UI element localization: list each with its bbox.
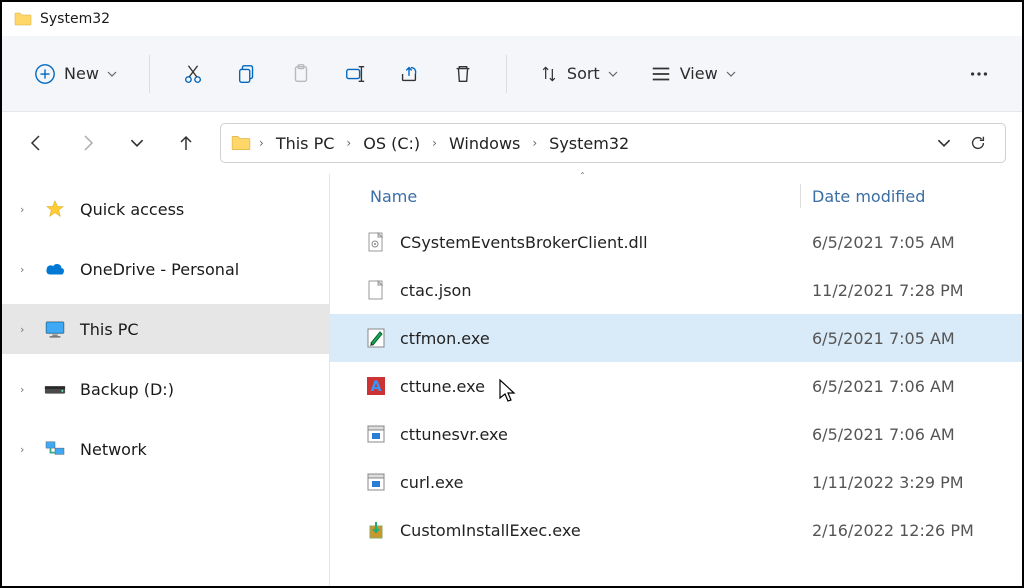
sidebar-label: Quick access — [80, 200, 184, 219]
expand-icon: › — [20, 263, 30, 276]
file-name: cttune.exe — [400, 377, 485, 396]
chevron-right-icon: › — [430, 136, 439, 150]
forward-button[interactable] — [70, 125, 106, 161]
file-name: cttunesvr.exe — [400, 425, 508, 444]
window-title: System32 — [40, 11, 110, 27]
chevron-right-icon: › — [530, 136, 539, 150]
file-date: 1/11/2022 3:29 PM — [812, 473, 964, 492]
chevron-down-icon — [107, 69, 117, 79]
file-date: 6/5/2021 7:06 AM — [812, 377, 955, 396]
breadcrumb-item[interactable]: System32 — [541, 130, 637, 157]
up-button[interactable] — [168, 125, 204, 161]
file-row[interactable]: CSystemEventsBrokerClient.dll 6/5/2021 7:… — [330, 218, 1022, 266]
monitor-icon — [44, 319, 66, 339]
file-row[interactable]: curl.exe 1/11/2022 3:29 PM — [330, 458, 1022, 506]
file-name: ctac.json — [400, 281, 471, 300]
expand-icon: › — [20, 383, 30, 396]
paste-button[interactable] — [280, 53, 322, 95]
sidebar-item-onedrive[interactable]: › OneDrive - Personal — [2, 244, 329, 294]
navigation-row: › This PC › OS (C:) › Windows › System32 — [2, 112, 1022, 174]
file-row[interactable]: cttunesvr.exe 6/5/2021 7:06 AM — [330, 410, 1022, 458]
rename-button[interactable] — [334, 53, 376, 95]
share-button[interactable] — [388, 53, 430, 95]
file-icon: A — [366, 376, 386, 396]
sidebar-item-backup[interactable]: › Backup (D:) — [2, 364, 329, 414]
file-content: ˆ Name Date modified CSystemEventsBroker… — [330, 174, 1022, 586]
file-row[interactable]: Acttune.exe 6/5/2021 7:06 AM — [330, 362, 1022, 410]
chevron-right-icon: › — [257, 136, 266, 150]
folder-icon — [14, 12, 32, 26]
sidebar-label: Backup (D:) — [80, 380, 174, 399]
new-label: New — [64, 64, 99, 83]
sidebar-label: OneDrive - Personal — [80, 260, 239, 279]
breadcrumb-item[interactable]: This PC — [268, 130, 343, 157]
file-name: curl.exe — [400, 473, 463, 492]
main-area: › Quick access › OneDrive - Personal › T… — [2, 174, 1022, 586]
sort-indicator-icon: ˆ — [580, 172, 585, 183]
file-list: CSystemEventsBrokerClient.dll 6/5/2021 7:… — [330, 218, 1022, 586]
file-icon — [366, 520, 386, 540]
chevron-down-icon — [726, 69, 736, 79]
expand-icon: › — [20, 203, 30, 216]
chevron-down-icon — [608, 69, 618, 79]
separator — [506, 55, 507, 93]
breadcrumb-item[interactable]: Windows — [441, 130, 528, 157]
titlebar: System32 — [2, 2, 1022, 36]
file-name: CSystemEventsBrokerClient.dll — [400, 233, 648, 252]
breadcrumb-item[interactable]: OS (C:) — [355, 130, 428, 157]
file-icon — [366, 472, 386, 492]
file-date: 6/5/2021 7:06 AM — [812, 425, 955, 444]
sort-label: Sort — [567, 64, 600, 83]
back-button[interactable] — [18, 125, 54, 161]
more-button[interactable] — [958, 53, 1000, 95]
file-name: ctfmon.exe — [400, 329, 490, 348]
file-icon — [366, 232, 386, 252]
chevron-right-icon: › — [344, 136, 353, 150]
view-label: View — [680, 64, 718, 83]
column-divider[interactable] — [800, 184, 801, 208]
sidebar-label: This PC — [80, 320, 139, 339]
column-date[interactable]: Date modified — [812, 187, 925, 206]
address-bar[interactable]: › This PC › OS (C:) › Windows › System32 — [220, 123, 1006, 163]
file-date: 2/16/2022 12:26 PM — [812, 521, 974, 540]
file-date: 6/5/2021 7:05 AM — [812, 233, 955, 252]
drive-icon — [44, 379, 66, 399]
sidebar-item-network[interactable]: › Network — [2, 424, 329, 474]
file-icon — [366, 280, 386, 300]
toolbar: New Sort View — [2, 36, 1022, 112]
cut-button[interactable] — [172, 53, 214, 95]
folder-icon — [231, 135, 251, 151]
file-row[interactable]: ctac.json 11/2/2021 7:28 PM — [330, 266, 1022, 314]
sidebar-item-quick-access[interactable]: › Quick access — [2, 184, 329, 234]
refresh-button[interactable] — [961, 126, 995, 160]
expand-icon: › — [20, 323, 30, 336]
file-date: 6/5/2021 7:05 AM — [812, 329, 955, 348]
sidebar: › Quick access › OneDrive - Personal › T… — [2, 174, 330, 586]
recent-button[interactable] — [122, 128, 152, 158]
column-header[interactable]: ˆ Name Date modified — [330, 174, 1022, 218]
sidebar-item-this-pc[interactable]: › This PC — [2, 304, 329, 354]
svg-text:A: A — [371, 379, 382, 395]
address-dropdown[interactable] — [929, 128, 959, 158]
file-row[interactable]: ctfmon.exe 6/5/2021 7:05 AM — [330, 314, 1022, 362]
file-date: 11/2/2021 7:28 PM — [812, 281, 964, 300]
delete-button[interactable] — [442, 53, 484, 95]
separator — [149, 55, 150, 93]
sort-button[interactable]: Sort — [529, 56, 628, 92]
star-icon — [44, 199, 66, 219]
new-button[interactable]: New — [24, 55, 127, 93]
file-row[interactable]: CustomInstallExec.exe 2/16/2022 12:26 PM — [330, 506, 1022, 554]
sidebar-label: Network — [80, 440, 147, 459]
column-name[interactable]: Name — [330, 187, 417, 206]
cloud-icon — [44, 259, 66, 279]
file-name: CustomInstallExec.exe — [400, 521, 581, 540]
file-icon — [366, 424, 386, 444]
expand-icon: › — [20, 443, 30, 456]
copy-button[interactable] — [226, 53, 268, 95]
network-icon — [44, 439, 66, 459]
view-button[interactable]: View — [640, 56, 746, 92]
file-icon — [366, 328, 386, 348]
